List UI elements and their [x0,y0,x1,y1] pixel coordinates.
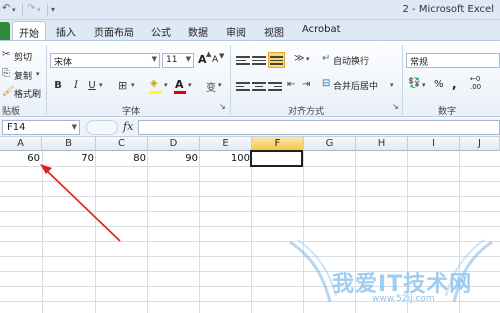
watermark: 我爱IT技术网 www.52ij.com [284,238,498,310]
watermark-url: www.52ij.com [372,294,435,304]
